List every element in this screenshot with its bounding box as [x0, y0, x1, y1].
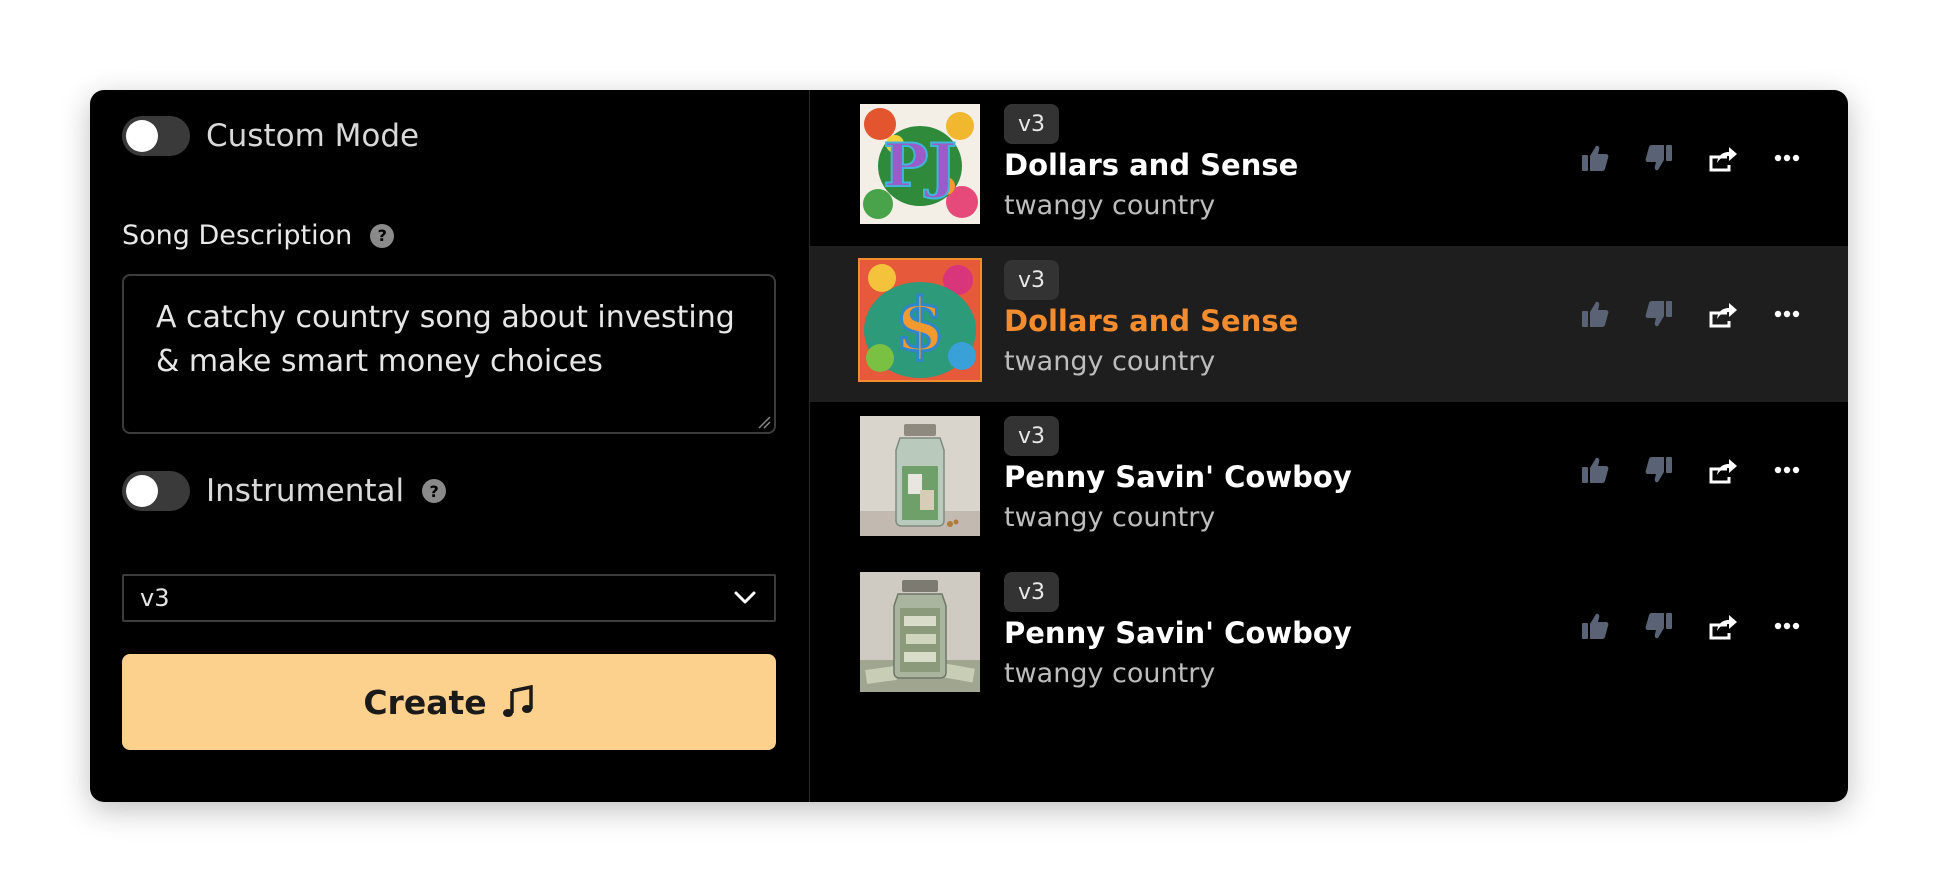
- resize-grip-icon[interactable]: [757, 415, 771, 429]
- share-button[interactable]: [1703, 138, 1743, 178]
- thumbs-up-icon: [1582, 145, 1609, 171]
- toggle-knob: [126, 120, 158, 152]
- version-badge: v3: [1004, 416, 1060, 456]
- instrumental-toggle[interactable]: [122, 471, 190, 511]
- more-options-button[interactable]: [1767, 138, 1807, 178]
- instrumental-label: Instrumental: [206, 473, 405, 509]
- song-actions: [1575, 294, 1831, 334]
- song-cover-image[interactable]: [860, 572, 980, 692]
- song-list: PJ v3 Dollars and Sense twangy country $…: [810, 90, 1848, 802]
- create-button-label: Create: [363, 682, 487, 722]
- thumbs-down-icon: [1645, 613, 1672, 639]
- like-button[interactable]: [1575, 606, 1615, 646]
- instrumental-row: Instrumental ?: [122, 471, 447, 511]
- thumbs-up-icon: [1582, 457, 1609, 483]
- song-style: twangy country: [1004, 502, 1216, 533]
- help-icon[interactable]: ?: [370, 223, 395, 248]
- svg-text:PJ: PJ: [883, 131, 957, 201]
- cover-art-money-jar: [860, 416, 980, 536]
- more-options-button[interactable]: [1767, 294, 1807, 334]
- cover-art-dollar-floral: $: [860, 260, 980, 380]
- dislike-button[interactable]: [1639, 606, 1679, 646]
- share-button[interactable]: [1703, 450, 1743, 490]
- thumbs-down-icon: [1645, 457, 1672, 483]
- song-description-input[interactable]: A catchy country song about investing & …: [122, 274, 776, 434]
- more-icon: [1774, 154, 1800, 162]
- help-icon[interactable]: ?: [422, 479, 447, 503]
- like-button[interactable]: [1575, 294, 1615, 334]
- version-badge: v3: [1004, 104, 1060, 144]
- music-note-icon: [502, 685, 533, 717]
- dislike-button[interactable]: [1639, 450, 1679, 490]
- song-title[interactable]: Dollars and Sense: [1004, 304, 1298, 338]
- more-icon: [1774, 622, 1800, 630]
- create-button[interactable]: Create: [122, 654, 776, 750]
- share-icon: [1709, 147, 1737, 172]
- more-icon: [1774, 310, 1800, 318]
- song-actions: [1575, 138, 1831, 178]
- share-icon: [1709, 459, 1737, 484]
- cover-art-cash-jar: [860, 572, 980, 692]
- song-row[interactable]: PJ v3 Dollars and Sense twangy country: [810, 90, 1848, 246]
- dislike-button[interactable]: [1639, 294, 1679, 334]
- song-description-text: A catchy country song about investing & …: [156, 300, 735, 379]
- version-badge: v3: [1004, 260, 1060, 300]
- more-icon: [1774, 466, 1800, 474]
- share-button[interactable]: [1703, 294, 1743, 334]
- song-row[interactable]: v3 Penny Savin' Cowboy twangy country: [810, 402, 1848, 558]
- share-button[interactable]: [1703, 606, 1743, 646]
- like-button[interactable]: [1575, 450, 1615, 490]
- song-style: twangy country: [1004, 658, 1216, 689]
- version-badge: v3: [1004, 572, 1060, 612]
- thumbs-down-icon: [1645, 301, 1672, 327]
- song-title[interactable]: Dollars and Sense: [1004, 148, 1298, 182]
- custom-mode-label: Custom Mode: [206, 118, 420, 154]
- thumbs-up-icon: [1582, 301, 1609, 327]
- song-description-label: Song Description: [122, 220, 353, 251]
- chevron-down-icon: [734, 591, 756, 604]
- song-row[interactable]: v3 Penny Savin' Cowboy twangy country: [810, 558, 1848, 714]
- cover-art-floral-letters: PJ: [860, 104, 980, 224]
- song-cover-image[interactable]: $: [858, 258, 982, 382]
- song-title[interactable]: Penny Savin' Cowboy: [1004, 460, 1352, 494]
- share-icon: [1709, 303, 1737, 328]
- song-description-label-row: Song Description ?: [122, 220, 395, 251]
- song-actions: [1575, 450, 1831, 490]
- thumbs-up-icon: [1582, 613, 1609, 639]
- song-cover-image[interactable]: [860, 416, 980, 536]
- create-form: Custom Mode Song Description ? A catchy …: [90, 90, 810, 802]
- dislike-button[interactable]: [1639, 138, 1679, 178]
- share-icon: [1709, 615, 1737, 640]
- toggle-knob: [126, 475, 158, 507]
- more-options-button[interactable]: [1767, 606, 1807, 646]
- custom-mode-toggle[interactable]: [122, 116, 190, 156]
- song-style: twangy country: [1004, 190, 1216, 221]
- custom-mode-row: Custom Mode: [122, 116, 419, 156]
- song-creator-panel: Custom Mode Song Description ? A catchy …: [90, 90, 1848, 802]
- thumbs-down-icon: [1645, 145, 1672, 171]
- model-version-value: v3: [140, 584, 170, 612]
- song-title[interactable]: Penny Savin' Cowboy: [1004, 616, 1352, 650]
- song-style: twangy country: [1004, 346, 1216, 377]
- more-options-button[interactable]: [1767, 450, 1807, 490]
- svg-text:$: $: [895, 282, 945, 367]
- song-cover-image[interactable]: PJ: [860, 104, 980, 224]
- song-row-active[interactable]: $ v3 Dollars and Sense twangy country: [810, 246, 1848, 402]
- model-version-select[interactable]: v3: [122, 574, 776, 622]
- song-actions: [1575, 606, 1831, 646]
- like-button[interactable]: [1575, 138, 1615, 178]
